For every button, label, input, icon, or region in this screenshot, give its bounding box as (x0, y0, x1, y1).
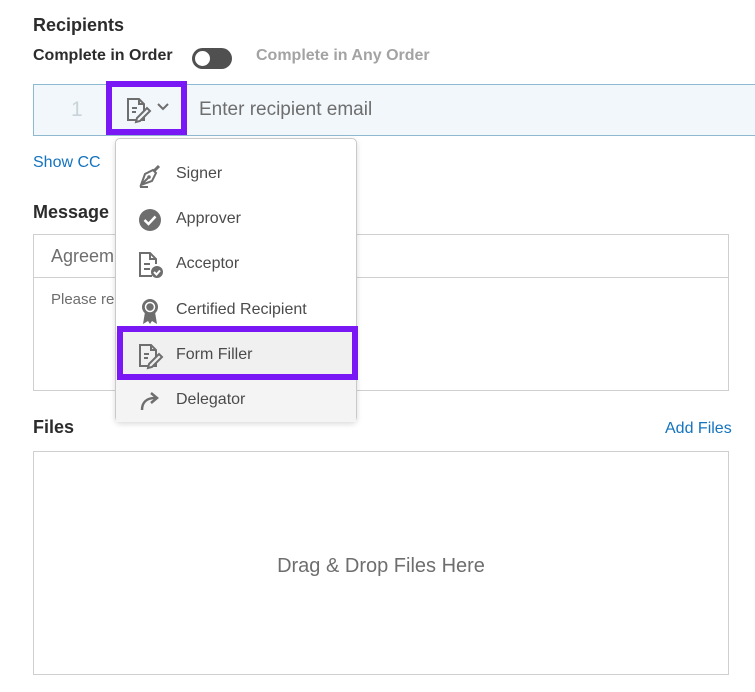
order-toggle[interactable] (192, 48, 232, 69)
recipients-title: Recipients (33, 15, 125, 35)
document-check-icon (139, 252, 163, 278)
recipient-role-button[interactable] (106, 81, 187, 135)
ribbon-badge-icon (142, 299, 158, 324)
message-title: Message (33, 202, 110, 222)
menu-item-approver[interactable]: Approver (116, 196, 356, 241)
menu-item-label: Acceptor (176, 255, 240, 272)
complete-any-order-label: Complete in Any Order (256, 47, 430, 64)
menu-item-signer[interactable]: Signer (116, 151, 356, 196)
menu-item-acceptor[interactable]: Acceptor (116, 241, 356, 286)
toggle-knob (195, 51, 210, 66)
show-cc-link[interactable]: Show CC (33, 154, 101, 172)
complete-in-order-label: Complete in Order (33, 47, 173, 64)
recipient-email-input[interactable] (190, 86, 750, 134)
chevron-down-icon (157, 103, 169, 111)
form-filler-highlight-box (117, 326, 358, 380)
menu-item-label: Delegator (176, 391, 246, 408)
files-title: Files (33, 417, 75, 437)
message-body-input[interactable]: Please re (51, 291, 114, 308)
form-filler-icon (127, 98, 152, 124)
menu-item-delegator[interactable]: Delegator (116, 377, 356, 422)
add-files-link[interactable]: Add Files (665, 420, 732, 438)
drop-zone-text: Drag & Drop Files Here (277, 555, 485, 577)
menu-item-label: Certified Recipient (176, 301, 307, 318)
pen-nib-icon (139, 164, 161, 188)
menu-item-label: Approver (176, 210, 241, 227)
check-circle-icon (139, 209, 161, 231)
menu-item-label: Signer (176, 165, 223, 182)
forward-arrow-icon (140, 392, 159, 411)
recipient-number: 1 (71, 98, 83, 121)
